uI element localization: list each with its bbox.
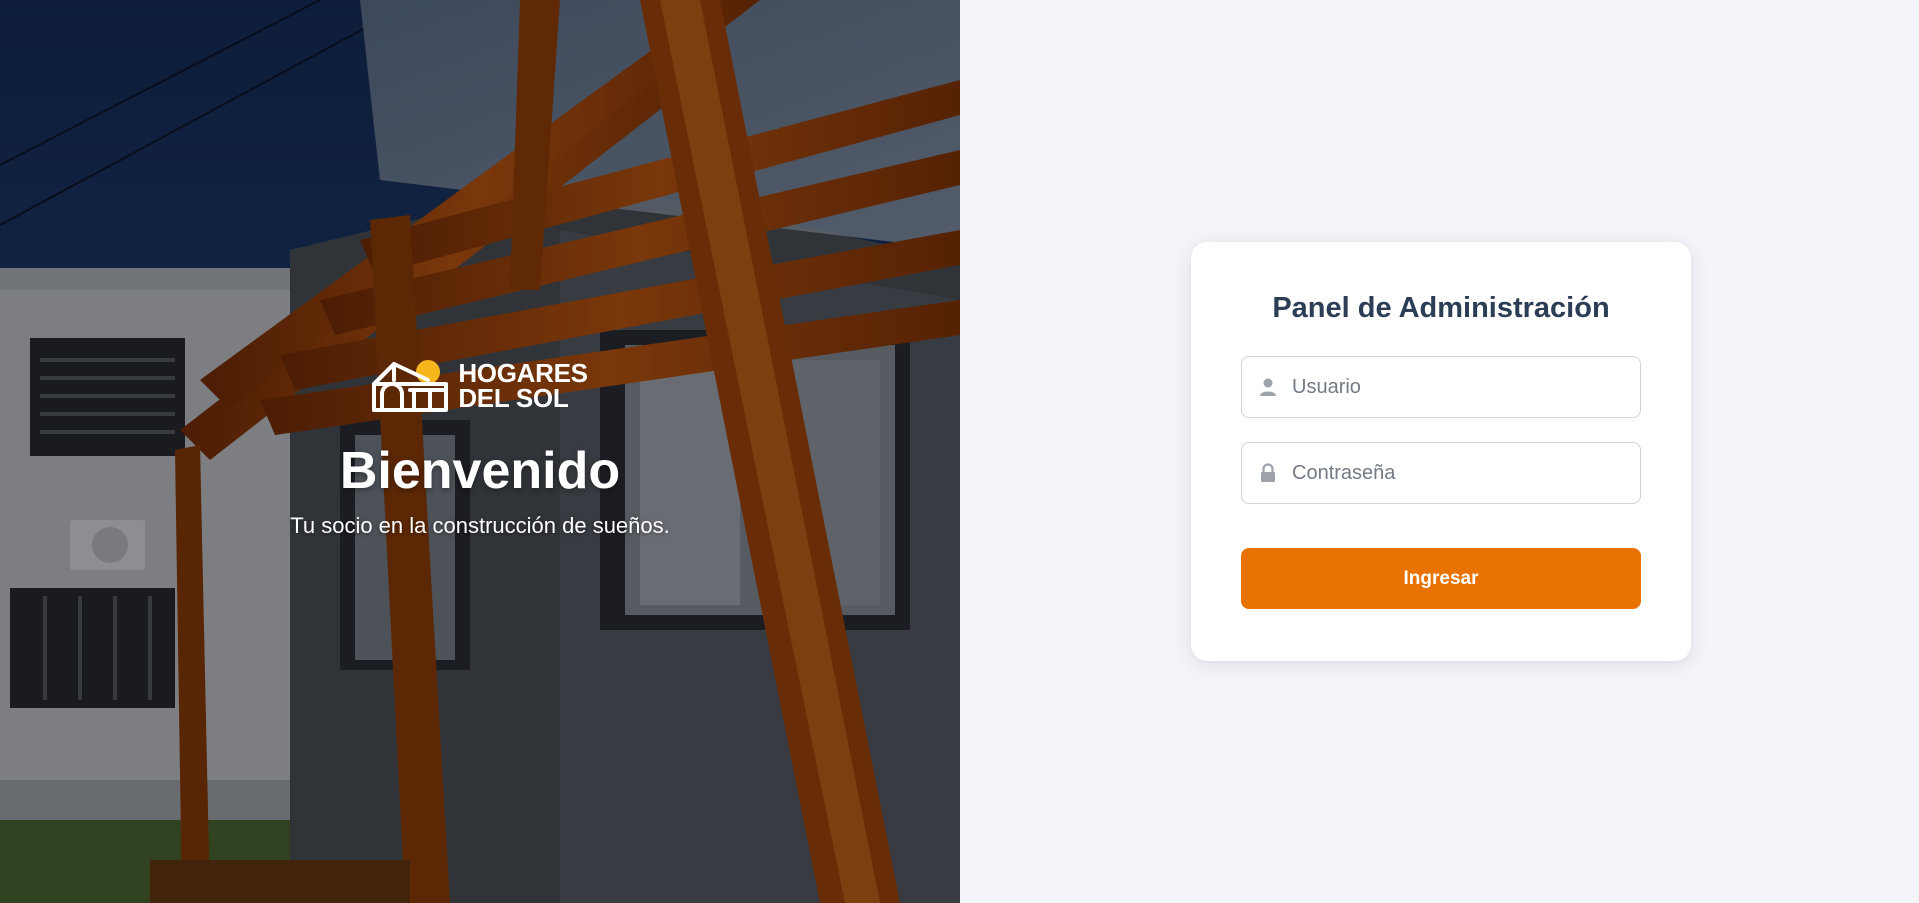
hero-subtitle: Tu socio en la construcción de sueños.: [290, 513, 670, 538]
hero-content: HOGARES DEL SOL Bienvenido Tu socio en l…: [0, 358, 960, 539]
password-field[interactable]: [1241, 442, 1641, 504]
brand-line-2: DEL SOL: [458, 383, 569, 413]
hero-title: Bienvenido: [339, 442, 621, 500]
login-side-panel: Panel de Administración Ingresar: [960, 0, 1919, 903]
login-submit-button[interactable]: Ingresar: [1241, 548, 1641, 609]
lock-icon: [1261, 463, 1275, 482]
hero-panel: HOGARES DEL SOL Bienvenido Tu socio en l…: [0, 0, 960, 903]
username-input[interactable]: [1292, 367, 1622, 407]
password-input[interactable]: [1292, 453, 1622, 493]
username-field[interactable]: [1241, 356, 1641, 418]
user-icon: [1260, 378, 1276, 396]
login-card: Panel de Administración Ingresar: [1191, 242, 1691, 661]
login-page: HOGARES DEL SOL Bienvenido Tu socio en l…: [0, 0, 1919, 903]
brand-logo: HOGARES DEL SOL: [370, 358, 588, 414]
brand-wordmark: HOGARES DEL SOL: [458, 360, 588, 413]
house-sun-logo-icon: [372, 360, 449, 412]
login-title: Panel de Administración: [1272, 292, 1610, 324]
